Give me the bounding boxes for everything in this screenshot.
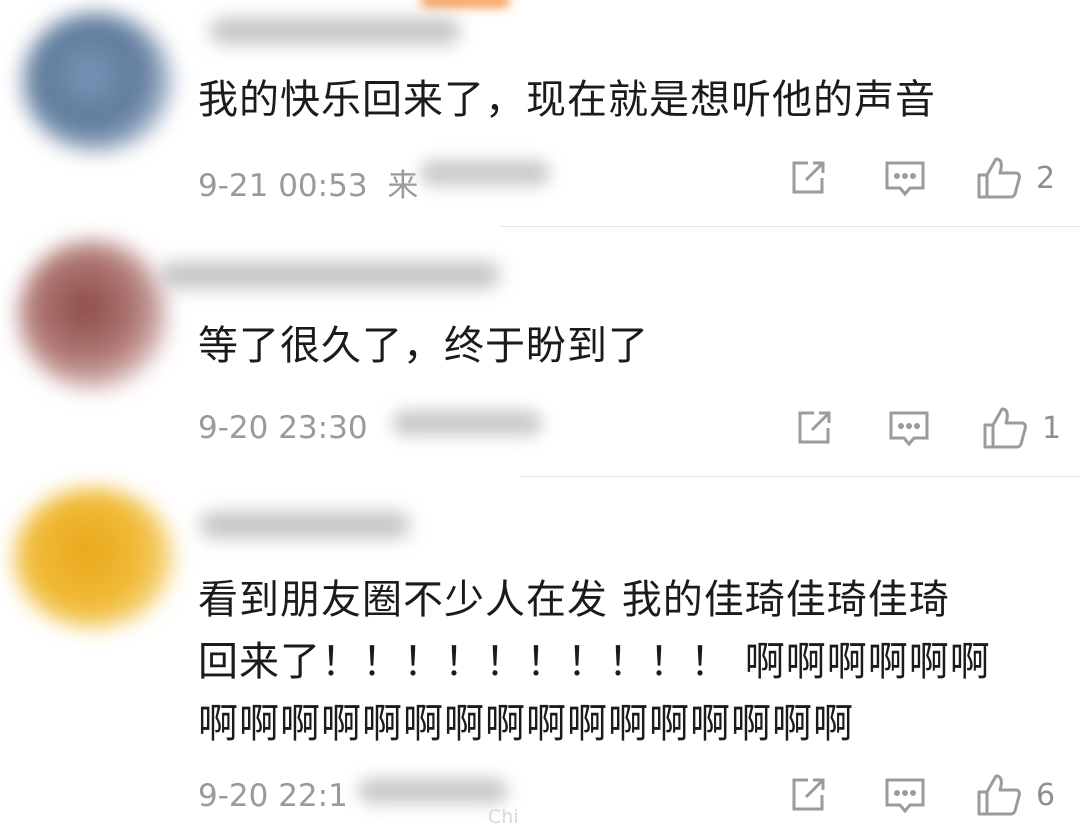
comment-icon [889, 411, 929, 447]
share-icon [792, 778, 825, 811]
comment-icon [885, 778, 925, 814]
reply-button[interactable] [884, 777, 926, 815]
like-count: 2 [1036, 160, 1056, 196]
divider [500, 226, 1080, 227]
username-blurred[interactable] [200, 512, 410, 538]
comment-text-line-3: 啊啊啊啊啊啊啊啊啊啊啊啊啊啊啊啊 [198, 701, 854, 747]
share-button[interactable] [788, 775, 828, 815]
share-button[interactable] [788, 158, 828, 198]
username-blurred[interactable] [160, 262, 500, 288]
source-blurred [420, 160, 550, 186]
like-button[interactable]: 1 [982, 405, 1061, 451]
watermark: Chi [488, 806, 519, 828]
comment-text: 我的快乐回来了，现在就是想听他的声音 [198, 77, 936, 123]
timestamp: 9-20 22:1 [198, 778, 348, 814]
thumbs-up-icon [977, 157, 1021, 199]
share-icon [792, 161, 825, 194]
reply-button[interactable] [884, 160, 926, 198]
like-count: 6 [1036, 777, 1056, 813]
comment-text-line-2: 回来了！！！！！！！！！！ 啊啊啊啊啊啊 [198, 639, 991, 685]
comment-icon [885, 161, 925, 197]
comment-text-line-1: 看到朋友圈不少人在发 我的佳琦佳琦佳琦 [198, 577, 950, 623]
share-icon [798, 411, 831, 444]
blurred-top-fragment [420, 0, 510, 8]
avatar[interactable] [14, 488, 174, 628]
like-count: 1 [1042, 410, 1062, 446]
like-button[interactable]: 6 [976, 772, 1055, 818]
comment-text: 等了很久了，终于盼到了 [198, 323, 649, 369]
comment-time: 9-21 00:53 来 [198, 160, 418, 205]
thumbs-up-icon [977, 774, 1021, 816]
divider [520, 476, 1080, 477]
reply-button[interactable] [888, 410, 930, 448]
comment-time: 9-20 22:1 [198, 778, 348, 814]
timestamp: 9-20 23:30 [198, 410, 368, 446]
timestamp: 9-21 00:53 [198, 168, 368, 204]
username-blurred[interactable] [210, 18, 460, 44]
source-blurred [358, 778, 508, 804]
thumbs-up-icon [983, 407, 1027, 449]
share-button[interactable] [794, 408, 834, 448]
avatar[interactable] [18, 240, 168, 390]
avatar[interactable] [22, 12, 172, 152]
source-blurred [392, 410, 542, 436]
source-label: 来 [387, 168, 419, 204]
comment-time: 9-20 23:30 [198, 410, 368, 446]
like-button[interactable]: 2 [976, 155, 1055, 201]
